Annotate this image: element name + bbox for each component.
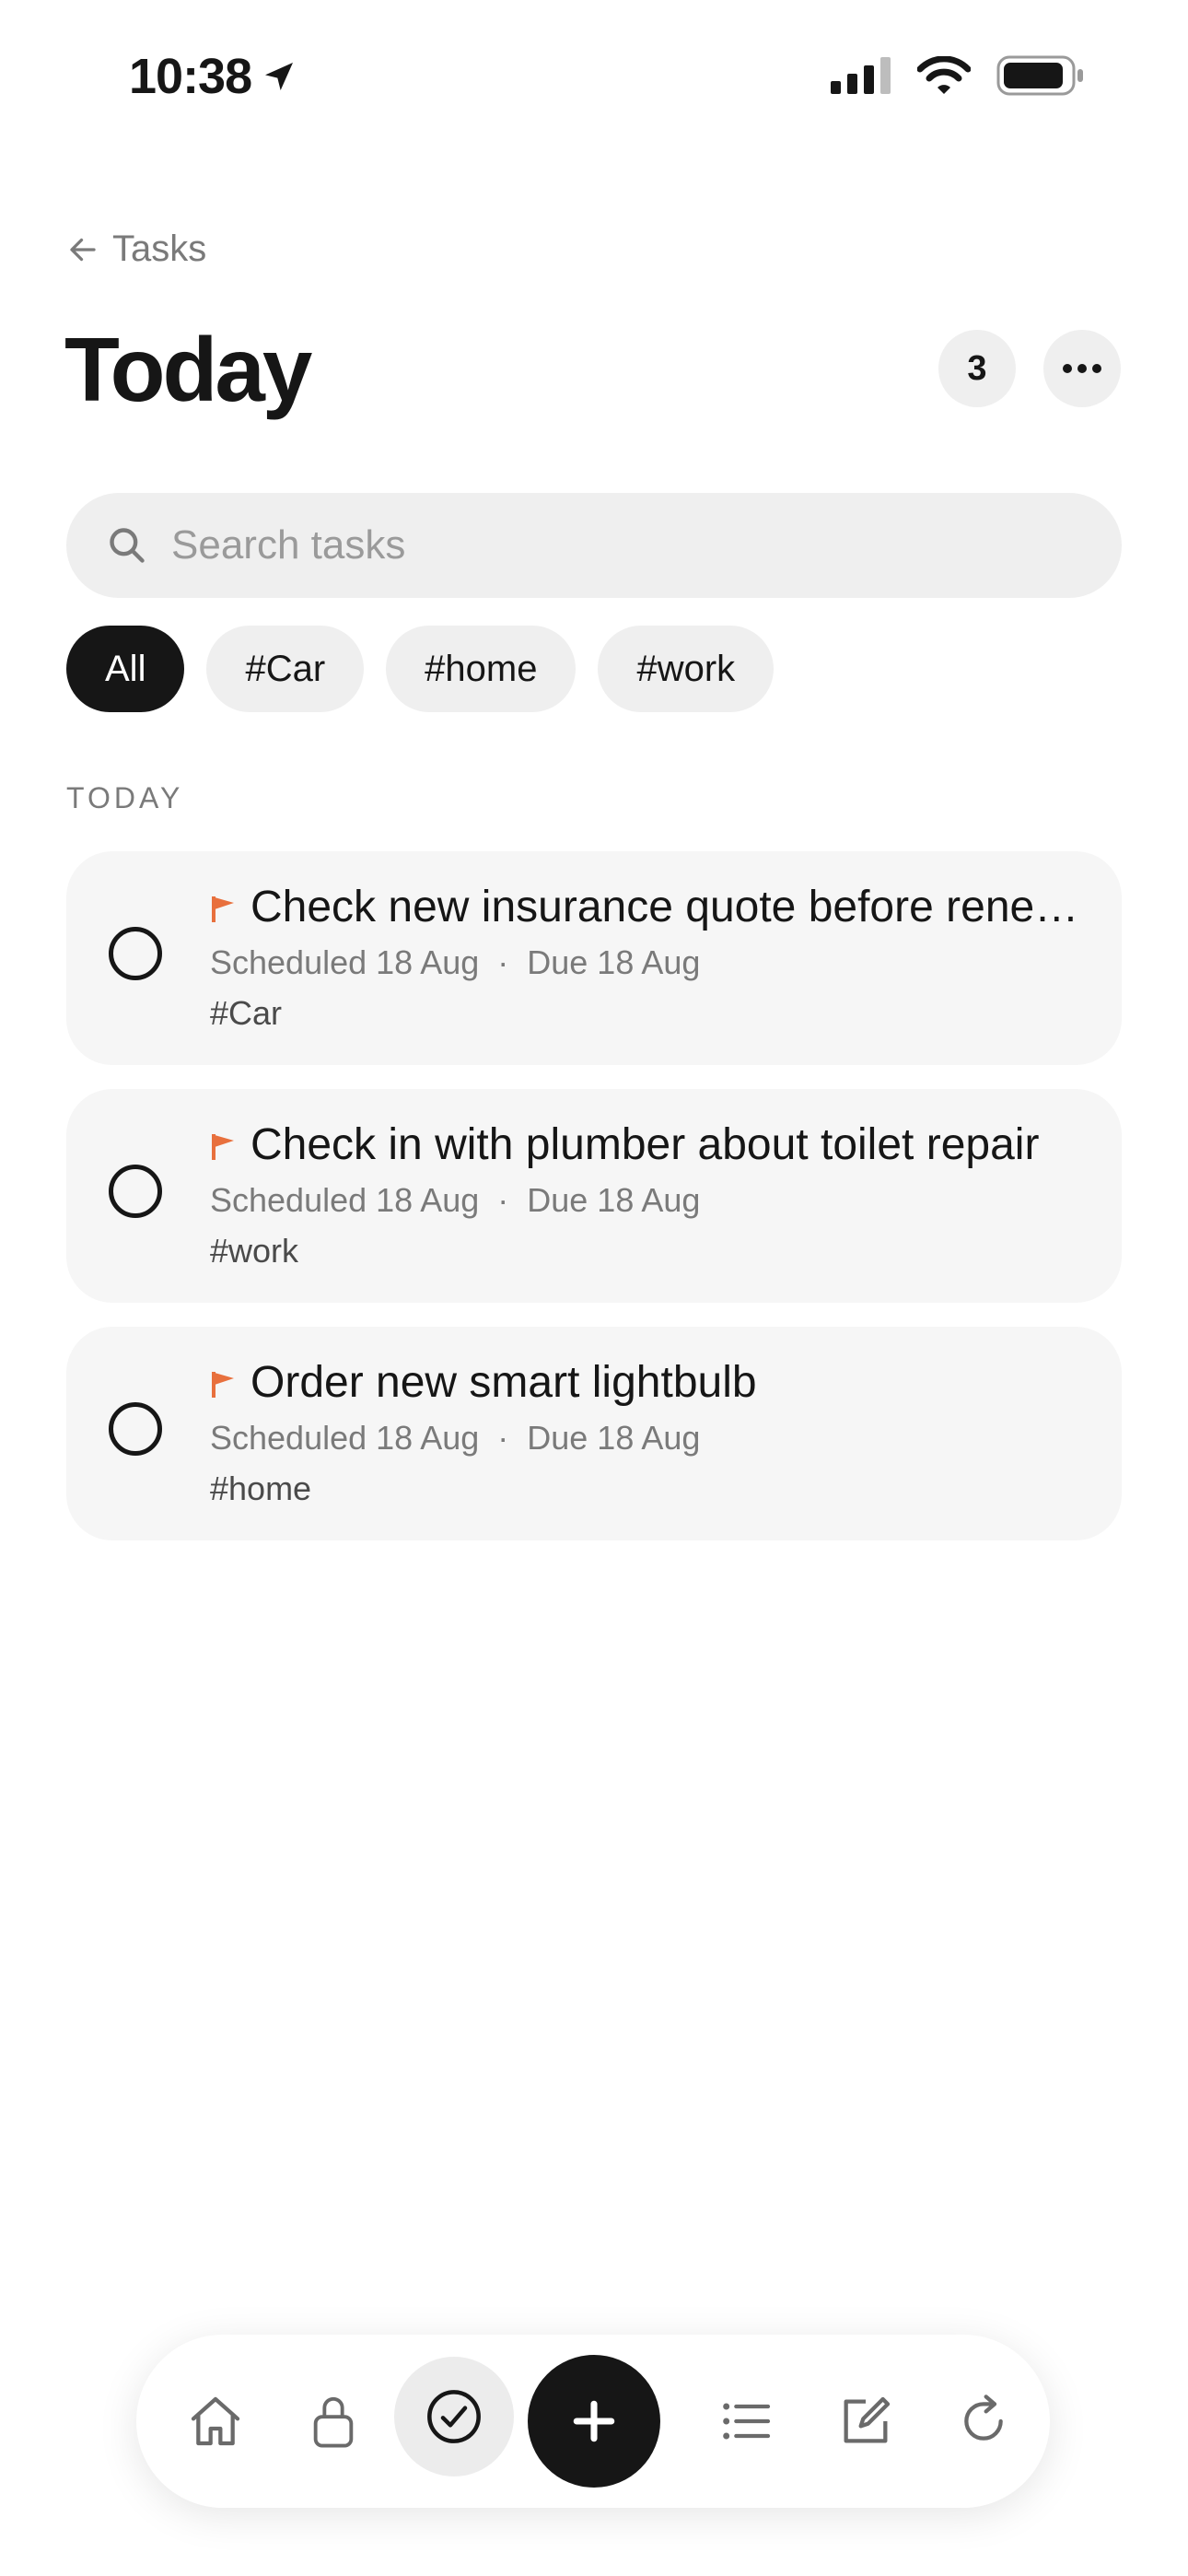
task-tag: #work [210,1232,299,1270]
task-meta: Scheduled 18 Aug · Due 18 Aug [210,1181,700,1220]
scheduled-date: Scheduled 18 Aug [210,943,480,981]
task-tag: #Car [210,994,283,1032]
flag-icon [212,1134,234,1160]
due-date: Due 18 Aug [527,943,701,981]
ellipsis-icon [1063,364,1101,373]
status-time: 10:38 [129,48,297,105]
task-card[interactable]: Check in with plumber about toilet repai… [66,1089,1122,1303]
task-meta: Scheduled 18 Aug · Due 18 Aug [210,943,700,982]
task-card[interactable]: Order new smart lightbulb Scheduled 18 A… [66,1327,1122,1540]
time-label: 10:38 [129,49,252,104]
flag-icon [212,896,234,922]
meta-separator: · [497,1181,509,1219]
due-date: Due 18 Aug [527,1181,701,1219]
search-bar[interactable] [66,493,1122,598]
plus-icon [573,2400,615,2442]
back-button[interactable]: Tasks [66,228,206,270]
bottom-nav [136,2335,1050,2508]
filter-chips: All #Car #home #work [66,626,775,712]
more-options-button[interactable] [1043,330,1121,407]
task-tag: #home [210,1469,312,1507]
search-input[interactable] [169,521,1002,569]
complete-checkbox[interactable] [109,927,162,980]
filter-chip-car[interactable]: #Car [206,626,365,712]
complete-checkbox[interactable] [109,1165,162,1218]
due-date: Due 18 Aug [527,1419,701,1457]
nav-list[interactable] [705,2381,786,2462]
nav-compose[interactable] [825,2381,906,2462]
task-meta: Scheduled 18 Aug · Due 18 Aug [210,1419,700,1458]
home-icon [191,2396,240,2446]
battery-icon [996,55,1083,96]
page-title: Today [64,319,312,420]
search-icon [110,528,145,563]
add-task-button[interactable] [528,2355,660,2488]
task-title: Check in with plumber about toilet repai… [250,1120,1040,1169]
back-label: Tasks [112,228,207,269]
meta-separator: · [497,1419,509,1457]
lock-icon [313,2396,354,2448]
nav-lock[interactable] [293,2381,374,2462]
wifi-icon [917,56,971,94]
filter-chip-home[interactable]: #home [386,626,577,712]
complete-checkbox[interactable] [109,1402,162,1456]
scheduled-date: Scheduled 18 Aug [210,1419,480,1457]
section-header-today: TODAY [66,781,184,814]
list-icon [723,2403,771,2440]
signal-icon [831,57,891,94]
check-circle-icon [427,2390,481,2443]
status-icons [831,55,1085,96]
task-title: Order new smart lightbulb [250,1358,757,1407]
compose-icon [844,2396,891,2443]
flag-icon [212,1372,234,1398]
task-card[interactable]: Check new insurance quote before renewal… [66,851,1122,1065]
scheduled-date: Scheduled 18 Aug [210,1181,480,1219]
filter-chip-all[interactable]: All [66,626,185,712]
refresh-icon [964,2395,1003,2441]
location-arrow-icon [265,63,294,90]
task-count-badge[interactable]: 3 [938,330,1016,407]
nav-tasks[interactable] [394,2357,514,2476]
arrow-left-icon [70,238,96,261]
nav-home[interactable] [175,2381,256,2462]
task-title: Check new insurance quote before renewal [250,883,1098,931]
filter-chip-work[interactable]: #work [598,626,775,712]
nav-refresh[interactable] [943,2381,1024,2462]
meta-separator: · [497,943,509,981]
